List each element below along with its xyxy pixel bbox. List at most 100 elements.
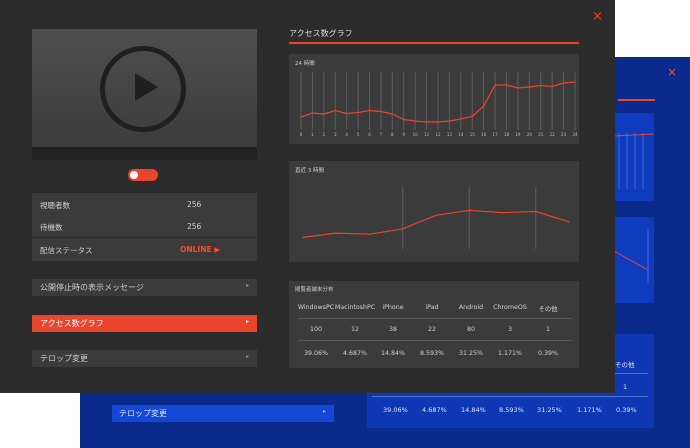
- data-point: [494, 84, 496, 86]
- x-tick-label: 24: [572, 132, 578, 137]
- back-share-header-other: その他: [615, 361, 635, 369]
- x-tick-label: 14: [458, 132, 464, 137]
- x-tick-label: 1: [311, 132, 314, 137]
- back-share-percent: 39.06%: [383, 406, 408, 414]
- table-cell-count: 22: [427, 326, 437, 333]
- back-share-percent: 31.25%: [537, 406, 562, 414]
- stat-status: 配信ステータス ONLINE ▶: [32, 238, 257, 261]
- x-tick-label: 13: [447, 132, 453, 137]
- back-share-percent: 14.84%: [461, 406, 486, 414]
- chart-3h: [302, 187, 570, 249]
- page-title: アクセス数グラフ: [289, 29, 353, 38]
- close-icon[interactable]: ×: [667, 66, 677, 78]
- data-point: [391, 113, 393, 115]
- menu-access-graph[interactable]: アクセス数グラフ ▸: [32, 315, 257, 332]
- data-point: [402, 228, 404, 230]
- stat-label: 視聴者数: [40, 201, 70, 210]
- back-share-percent: 4.687%: [422, 406, 447, 414]
- data-point: [483, 105, 485, 107]
- back-share-percent: 0.39%: [616, 406, 637, 414]
- data-point: [302, 236, 304, 239]
- data-point: [311, 112, 314, 114]
- chevron-right-icon: ▸: [322, 408, 326, 415]
- data-point: [435, 214, 437, 216]
- data-point: [437, 121, 439, 123]
- table-cell-percent: 0.39%: [537, 350, 559, 357]
- x-tick-label: 5: [357, 132, 360, 137]
- data-point: [448, 120, 451, 122]
- back-share-divider: [372, 396, 648, 397]
- x-tick-label: 2: [323, 132, 326, 137]
- x-tick-label: 18: [504, 132, 510, 137]
- stat-value: 256: [187, 200, 202, 209]
- x-tick-label: 17: [493, 132, 499, 137]
- back-chart-24h-panel: [613, 113, 655, 201]
- close-icon[interactable]: ×: [592, 10, 603, 23]
- table-divider: [298, 318, 572, 319]
- data-point: [460, 118, 462, 120]
- data-point: [562, 82, 565, 84]
- data-point: [540, 84, 542, 87]
- back-chart-3h-grid: [613, 229, 649, 283]
- data-point: [551, 85, 553, 88]
- back-menu-telop[interactable]: テロップ変更 ▸: [112, 405, 334, 422]
- menu-telop[interactable]: テロップ変更 ▸: [32, 350, 257, 367]
- video-preview[interactable]: [32, 29, 257, 160]
- data-point: [425, 121, 428, 123]
- data-point: [368, 109, 371, 112]
- menu-stop-message[interactable]: 公開停止時の表示メッセージ ▸: [32, 279, 257, 296]
- x-tick-label: 22: [550, 132, 556, 137]
- table-cell-count: 38: [388, 326, 398, 333]
- table-cell-percent: 8.593%: [419, 350, 445, 357]
- data-point: [528, 86, 530, 88]
- data-point: [414, 120, 416, 122]
- x-tick-label: 3: [334, 132, 337, 137]
- x-tick-label: 9: [402, 132, 405, 137]
- data-point: [517, 87, 519, 89]
- chevron-right-icon: ▸: [245, 282, 249, 289]
- status-badge: ONLINE ▶: [180, 245, 221, 254]
- table-header-cell: iPhone: [382, 304, 404, 311]
- page-title-underline: [289, 42, 579, 44]
- data-point: [346, 112, 348, 115]
- stat-value: 256: [187, 222, 202, 231]
- chart-24h-panel: 24 時間 0 1 2 3 4 5 6 7 8 9 10 11 12 13 14 15 16 17 18 19 20 21…: [289, 54, 579, 144]
- x-tick-label: 16: [481, 132, 487, 137]
- table-cell-count: 12: [350, 326, 360, 333]
- stat-viewers: 視聴者数 256: [32, 193, 257, 215]
- series-line: [302, 209, 570, 238]
- x-tick-label: 7: [380, 132, 383, 137]
- data-point: [323, 113, 325, 115]
- stream-dashboard-window: × 視聴者数 256 待機数 256 配信ステータス ONLINE ▶ 公開停止…: [0, 0, 615, 393]
- graph-title-underline: [618, 99, 655, 101]
- video-control-bar[interactable]: [32, 147, 257, 160]
- device-share-title: 閲覧者端末分布: [295, 287, 334, 293]
- table-header-cell: iPad: [425, 304, 439, 311]
- x-tick-label: 10: [413, 132, 419, 137]
- data-point: [403, 118, 405, 121]
- back-share-percent: 8.593%: [499, 406, 524, 414]
- data-point: [334, 109, 336, 112]
- table-cell-percent: 1.171%: [497, 350, 523, 357]
- x-tick-label: 20: [527, 132, 533, 137]
- table-header-cell: WindowsPC: [297, 304, 335, 311]
- back-share-percent: 1.171%: [577, 406, 602, 414]
- data-point: [501, 212, 504, 214]
- table-cell-count: 3: [507, 326, 513, 333]
- x-tick-label: 23: [561, 132, 567, 137]
- x-tick-label: 12: [435, 132, 441, 137]
- chevron-right-icon: ▸: [245, 353, 249, 360]
- x-tick-label: 11: [424, 132, 430, 137]
- menu-label: 公開停止時の表示メッセージ: [40, 283, 144, 292]
- play-icon[interactable]: [100, 46, 186, 132]
- table-cell-percent: 39.06%: [303, 350, 329, 357]
- data-point: [505, 84, 508, 86]
- table-cell-count: 1: [545, 326, 551, 333]
- data-point: [300, 116, 302, 118]
- x-tick-label: 21: [538, 132, 544, 137]
- chart-24h: 0 1 2 3 4 5 6 7 8 9 10 11 12 13 14 15 16 17 18 19 20 21 22 23 24: [300, 72, 578, 137]
- chevron-right-icon: ▸: [245, 318, 249, 325]
- data-point: [574, 81, 576, 83]
- stream-toggle[interactable]: [128, 169, 158, 181]
- stat-label: 配信ステータス: [40, 246, 93, 255]
